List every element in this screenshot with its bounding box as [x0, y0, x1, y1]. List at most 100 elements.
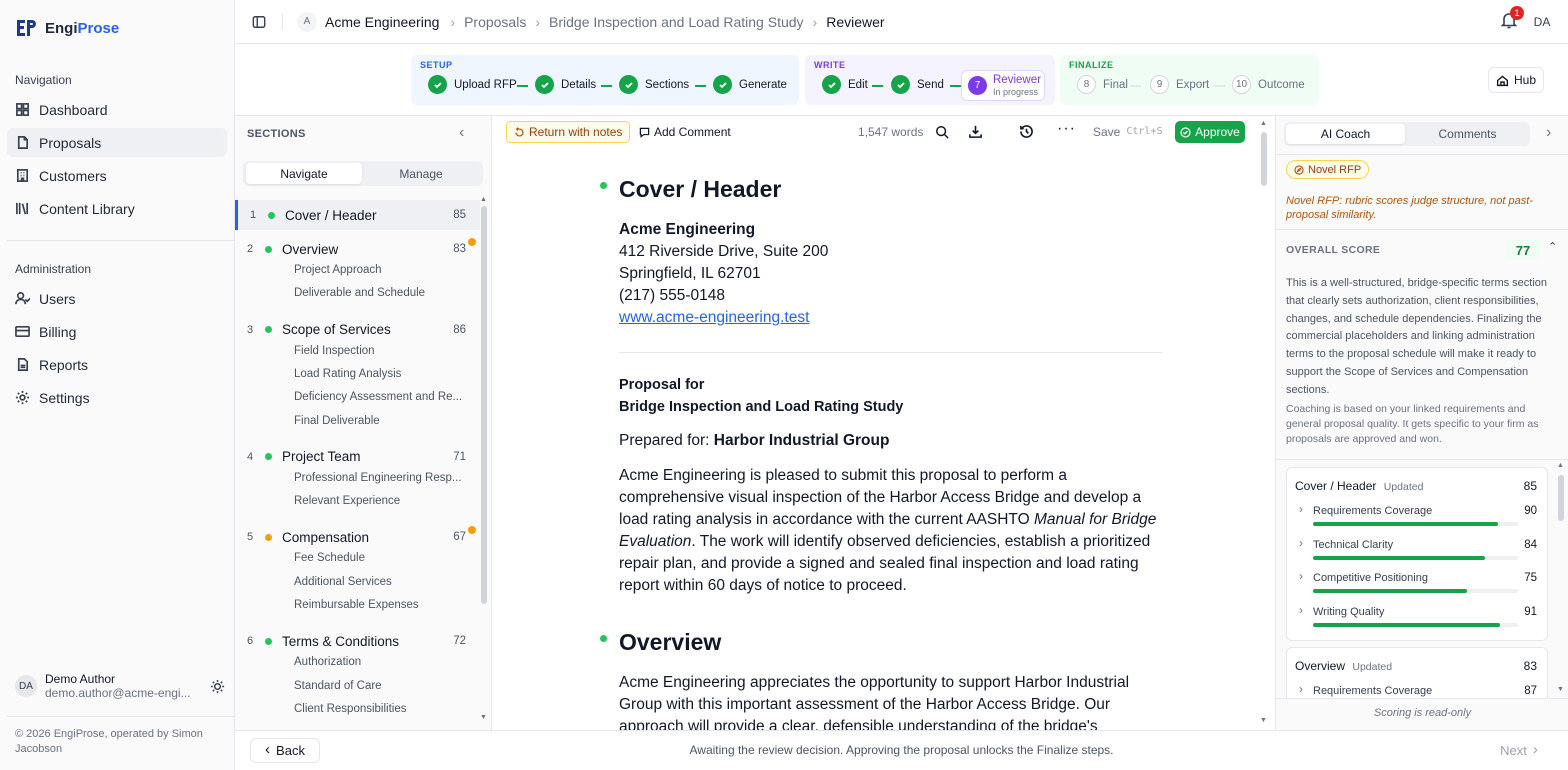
sections-scrollbar[interactable] [481, 206, 487, 604]
word-count: 1,547 words [858, 125, 924, 139]
metric-label: Requirements Coverage [1313, 685, 1433, 697]
section-number: 4 [246, 450, 254, 463]
save-button[interactable]: Save Ctrl+S [1093, 125, 1162, 139]
nav-customers[interactable]: Customers [7, 161, 227, 190]
section-item[interactable]: 1 Cover / Header 85 [235, 200, 480, 230]
step-details[interactable]: Details [535, 75, 596, 94]
subsection-item[interactable]: Authorization [294, 656, 466, 668]
nav-content-library[interactable]: Content Library [7, 194, 227, 223]
metric-row[interactable]: › Technical Clarity 84 [1287, 536, 1547, 569]
history-icon[interactable] [1019, 124, 1034, 139]
scroll-up-icon[interactable]: ▲ [1260, 120, 1267, 127]
add-comment-button[interactable]: Add Comment [632, 121, 738, 143]
novel-rfp-note: Novel RFP: rubric scores judge structure… [1286, 195, 1533, 221]
scroll-down-icon[interactable]: ▼ [1260, 717, 1267, 724]
nav-reports[interactable]: Reports [7, 350, 227, 379]
collapse-panel-chevron-icon[interactable]: › [1546, 124, 1551, 142]
step-sections[interactable]: Sections [619, 75, 689, 94]
step-edit[interactable]: Edit [822, 75, 868, 94]
nav-settings[interactable]: Settings [7, 383, 227, 412]
user-email: demo.author@acme-engi... [45, 686, 191, 700]
section-score: 67 [453, 531, 466, 544]
header-avatar[interactable]: DA [1530, 11, 1554, 33]
scroll-down-icon[interactable]: ▼ [1557, 686, 1564, 693]
section-item[interactable]: 6 Terms & Conditions 72 [235, 626, 480, 656]
metric-row[interactable]: › Requirements Coverage 90 [1287, 502, 1547, 535]
tab-comments[interactable]: Comments [1408, 124, 1527, 144]
metric-label: Writing Quality [1313, 605, 1385, 618]
subsection-item[interactable]: Standard of Care [294, 680, 466, 692]
search-icon[interactable] [935, 125, 949, 139]
subsection-item[interactable]: Load Rating Analysis [294, 368, 466, 380]
section-item[interactable]: 3 Scope of Services 86 [235, 315, 480, 345]
nav-proposals-label: Proposals [39, 134, 102, 151]
collapse-chevron-up-icon[interactable]: ⌃ [1548, 240, 1557, 253]
subsection-item[interactable]: Deficiency Assessment and Re... [294, 391, 466, 403]
nav-dashboard[interactable]: Dashboard [7, 95, 227, 124]
section-label: Terms & Conditions [282, 633, 400, 649]
subsection-item[interactable]: Additional Services [294, 576, 466, 588]
step-generate[interactable]: Generate [713, 75, 787, 94]
metric-row[interactable]: › Requirements Coverage 87 [1287, 682, 1547, 698]
subsection-item[interactable]: Client Responsibilities [294, 703, 466, 715]
check-icon [535, 75, 554, 94]
sections-panel: SECTIONS ‹ Navigate Manage 1 Cover / Head… [235, 116, 492, 730]
breadcrumb-proposals[interactable]: Proposals [464, 14, 526, 30]
step-reviewer-current[interactable]: 7 Reviewer In progress [961, 70, 1045, 101]
user-menu[interactable]: DA Demo Author demo.author@acme-engi... [15, 672, 225, 700]
subsection-item[interactable]: Relevant Experience [294, 495, 466, 507]
section-status-dot [265, 245, 272, 253]
tab-ai-coach[interactable]: AI Coach [1286, 124, 1405, 144]
brand-name-b: Prose [77, 19, 120, 37]
phase-finalize: FINALIZE 8 Final 9 Export 10 Outcome [1060, 55, 1319, 105]
library-icon [16, 202, 29, 215]
top-bar: A Acme Engineering › Proposals › Bridge … [235, 0, 1568, 44]
nav-proposals[interactable]: Proposals [7, 128, 227, 157]
step-upload-rfp[interactable]: Upload RFP [428, 75, 517, 94]
step-number: 7 [968, 76, 987, 95]
footer-status: Awaiting the review decision. Approving … [689, 743, 1114, 757]
coach-scrollbar[interactable] [1558, 475, 1564, 521]
nav-users[interactable]: Users [7, 284, 227, 313]
sidebar-toggle-icon[interactable] [252, 15, 266, 29]
breadcrumb-org[interactable]: Acme Engineering [325, 14, 439, 30]
doc-website-link[interactable]: www.acme-engineering.test [619, 309, 809, 327]
subsection-item[interactable]: Professional Engineering Resp... [294, 472, 466, 484]
breadcrumb-proposal[interactable]: Bridge Inspection and Load Rating Study [549, 14, 804, 30]
subsection-item[interactable]: Fee Schedule [294, 552, 466, 564]
scroll-up-icon[interactable]: ▲ [1557, 462, 1564, 469]
brand-logo[interactable]: EngiProse [15, 18, 119, 38]
metric-row[interactable]: › Competitive Positioning 75 [1287, 569, 1547, 602]
coach-divider [1276, 698, 1568, 699]
subsection-item[interactable]: Project Approach [294, 264, 466, 276]
approve-button[interactable]: Approve [1175, 121, 1245, 143]
metric-label: Requirements Coverage [1313, 505, 1433, 517]
chevron-right-icon: › [1299, 569, 1303, 583]
sun-icon[interactable] [210, 679, 225, 694]
org-avatar: A [297, 11, 317, 32]
nav-billing[interactable]: Billing [7, 317, 227, 346]
scroll-up-icon[interactable]: ▲ [480, 196, 487, 203]
metric-row[interactable]: › Writing Quality 91 [1287, 603, 1547, 636]
editor-scrollbar[interactable] [1261, 132, 1267, 186]
hub-button[interactable]: Hub [1488, 67, 1544, 93]
check-circle-icon [1180, 126, 1191, 138]
step-send[interactable]: Send [891, 75, 944, 94]
subsection-item[interactable]: Field Inspection [294, 345, 466, 357]
next-button[interactable]: Next › [1485, 738, 1553, 763]
section-item[interactable]: 5 Compensation 67 [235, 522, 480, 552]
subsection-item[interactable]: Final Deliverable [294, 415, 466, 427]
subsection-item[interactable]: Deliverable and Schedule [294, 287, 466, 299]
section-item[interactable]: 2 Overview 83 [235, 234, 480, 264]
download-icon[interactable] [968, 124, 983, 139]
coach-tabs: AI Coach Comments [1284, 122, 1530, 146]
notifications-button[interactable]: 1 [1501, 6, 1524, 29]
section-item[interactable]: 4 Project Team 71 [235, 442, 480, 472]
comment-label: Add Comment [654, 125, 731, 139]
return-with-notes-button[interactable]: Return with notes [506, 121, 631, 143]
subsection-item[interactable]: Reimbursable Expenses [294, 599, 466, 611]
overall-score: 77 [1506, 240, 1540, 260]
sidebar: EngiProse Navigation Dashboard Proposals… [0, 0, 235, 770]
more-icon[interactable]: ··· [1057, 120, 1076, 138]
scroll-down-icon[interactable]: ▼ [480, 714, 487, 721]
